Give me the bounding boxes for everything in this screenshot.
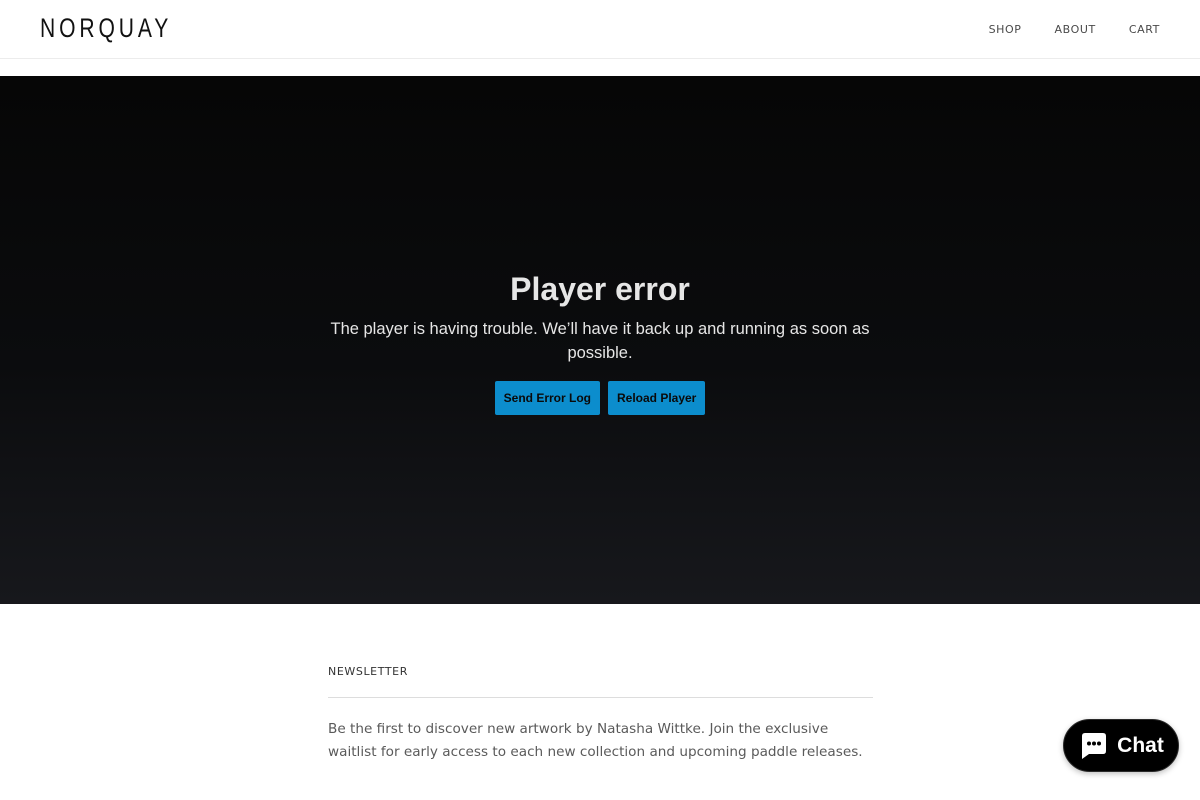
nav-link-cart[interactable]: CART — [1129, 23, 1160, 36]
nav-link-shop[interactable]: SHOP — [989, 23, 1022, 36]
newsletter-divider — [328, 697, 873, 698]
player-error-message: The player is having trouble. We’ll have… — [330, 320, 870, 362]
player-error-panel: Player error The player is having troubl… — [0, 76, 1200, 604]
chat-button[interactable]: Chat — [1063, 719, 1179, 772]
site-header: NORQUAY SHOP ABOUT CART — [0, 0, 1200, 59]
main-nav: SHOP ABOUT CART — [956, 0, 1160, 58]
video-player[interactable]: Player error The player is having troubl… — [0, 76, 1200, 604]
nav-link-about[interactable]: ABOUT — [1055, 23, 1096, 36]
newsletter-description: Be the first to discover new artwork by … — [328, 721, 863, 760]
reload-player-button[interactable]: Reload Player — [607, 381, 706, 415]
player-error-actions: Send Error Log Reload Player — [494, 381, 706, 415]
chat-label: Chat — [1117, 733, 1164, 757]
newsletter-section: NEWSLETTER Be the first to discover new … — [328, 664, 873, 777]
logo[interactable]: NORQUAY — [40, 13, 172, 43]
chat-bubble-icon — [1078, 730, 1110, 762]
player-error-title: Player error — [510, 271, 690, 307]
send-error-log-button[interactable]: Send Error Log — [494, 381, 600, 415]
newsletter-heading: NEWSLETTER — [328, 665, 408, 678]
